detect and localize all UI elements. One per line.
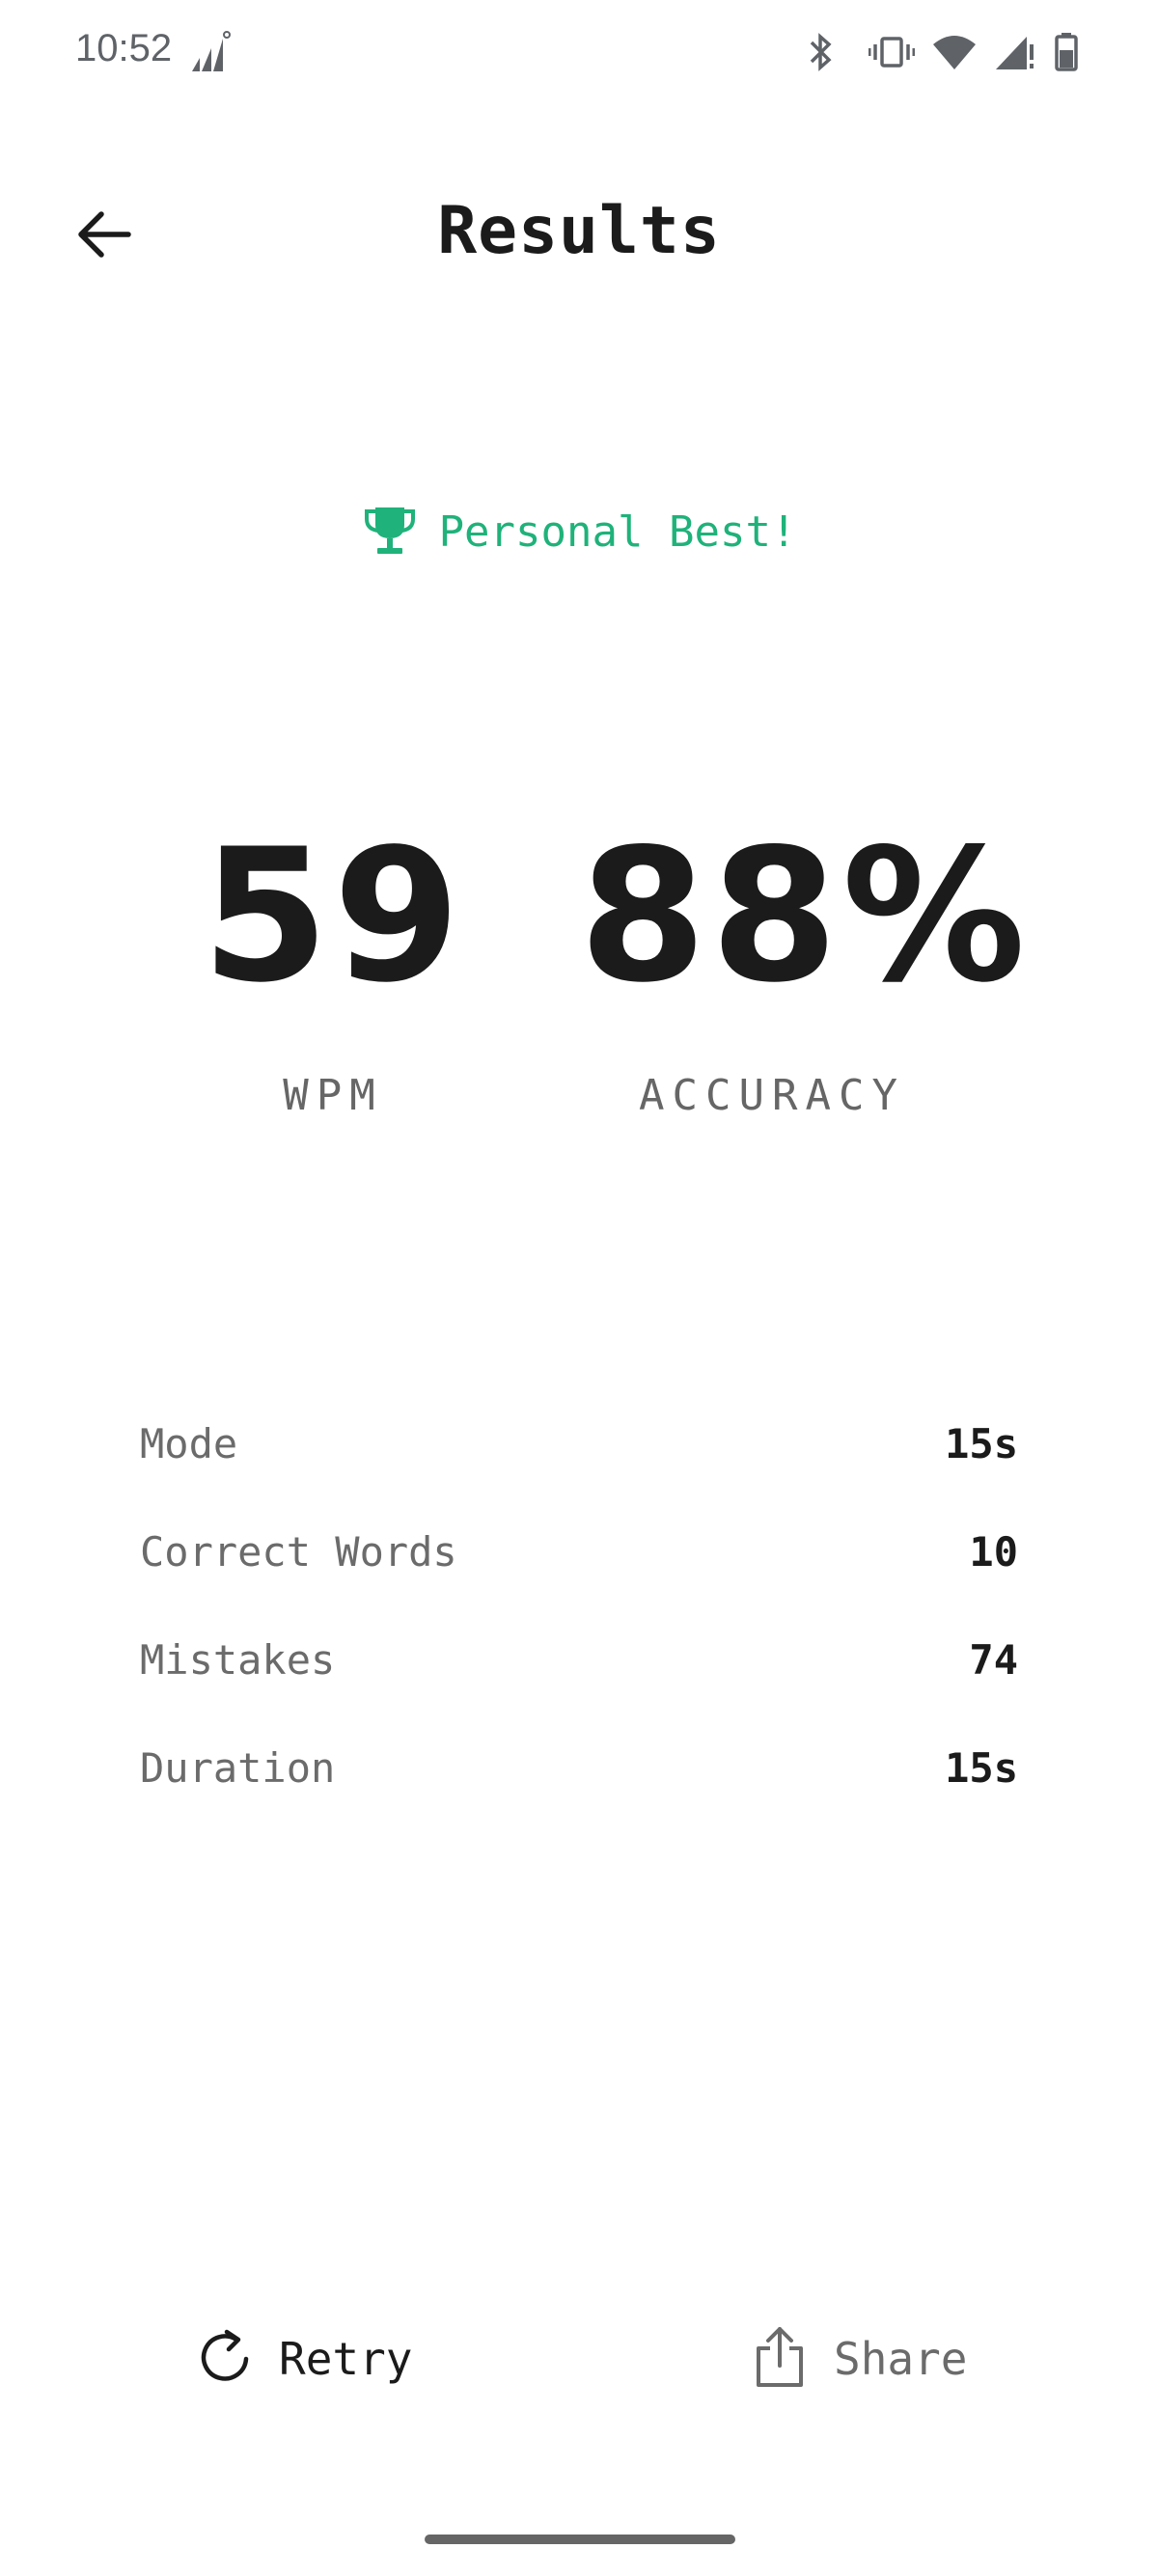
detail-label: Mode: [140, 1419, 238, 1467]
vibrate-icon: [868, 29, 915, 75]
signal-data-icon: [188, 29, 233, 75]
share-button[interactable]: Share: [753, 2316, 967, 2402]
detail-label: Correct Words: [140, 1527, 457, 1576]
detail-value: 15s: [945, 1743, 1018, 1792]
share-label: Share: [834, 2333, 968, 2385]
detail-value: 74: [969, 1635, 1018, 1684]
battery-icon: [1054, 29, 1079, 75]
detail-value: 15s: [945, 1419, 1018, 1467]
status-time: 10:52: [75, 27, 173, 69]
personal-best-text: Personal Best!: [438, 507, 797, 557]
retry-label: Retry: [279, 2333, 413, 2385]
detail-row-mode: Mode 15s: [140, 1389, 1018, 1497]
status-bar: 10:52: [0, 0, 1158, 106]
wpm-value: 59: [201, 809, 465, 1023]
page-title: Results: [437, 193, 721, 269]
wpm-label: WPM: [283, 1071, 383, 1120]
wpm-stat: 59 WPM: [174, 809, 492, 1121]
share-icon: [753, 2325, 807, 2393]
detail-row-mistakes: Mistakes 74: [140, 1605, 1018, 1713]
cell-signal-icon: [994, 29, 1036, 75]
results-details: Mode 15s Correct Words 10 Mistakes 74 Du…: [140, 1389, 1018, 1822]
home-indicator[interactable]: [425, 2535, 735, 2544]
wifi-icon: [931, 29, 978, 75]
detail-label: Duration: [140, 1743, 336, 1792]
retry-button[interactable]: Retry: [198, 2316, 412, 2402]
detail-row-correct-words: Correct Words 10: [140, 1497, 1018, 1605]
refresh-icon: [198, 2328, 252, 2390]
accuracy-label: ACCURACY: [639, 1071, 905, 1120]
detail-row-duration: Duration 15s: [140, 1713, 1018, 1822]
accuracy-value: 88%: [579, 809, 1030, 1023]
trophy-icon: [362, 502, 418, 562]
detail-value: 10: [969, 1527, 1018, 1576]
personal-best-badge: Personal Best!: [0, 502, 1158, 562]
bluetooth-icon: [806, 29, 837, 75]
accuracy-stat: 88% ACCURACY: [579, 809, 1030, 1121]
detail-label: Mistakes: [140, 1635, 336, 1684]
